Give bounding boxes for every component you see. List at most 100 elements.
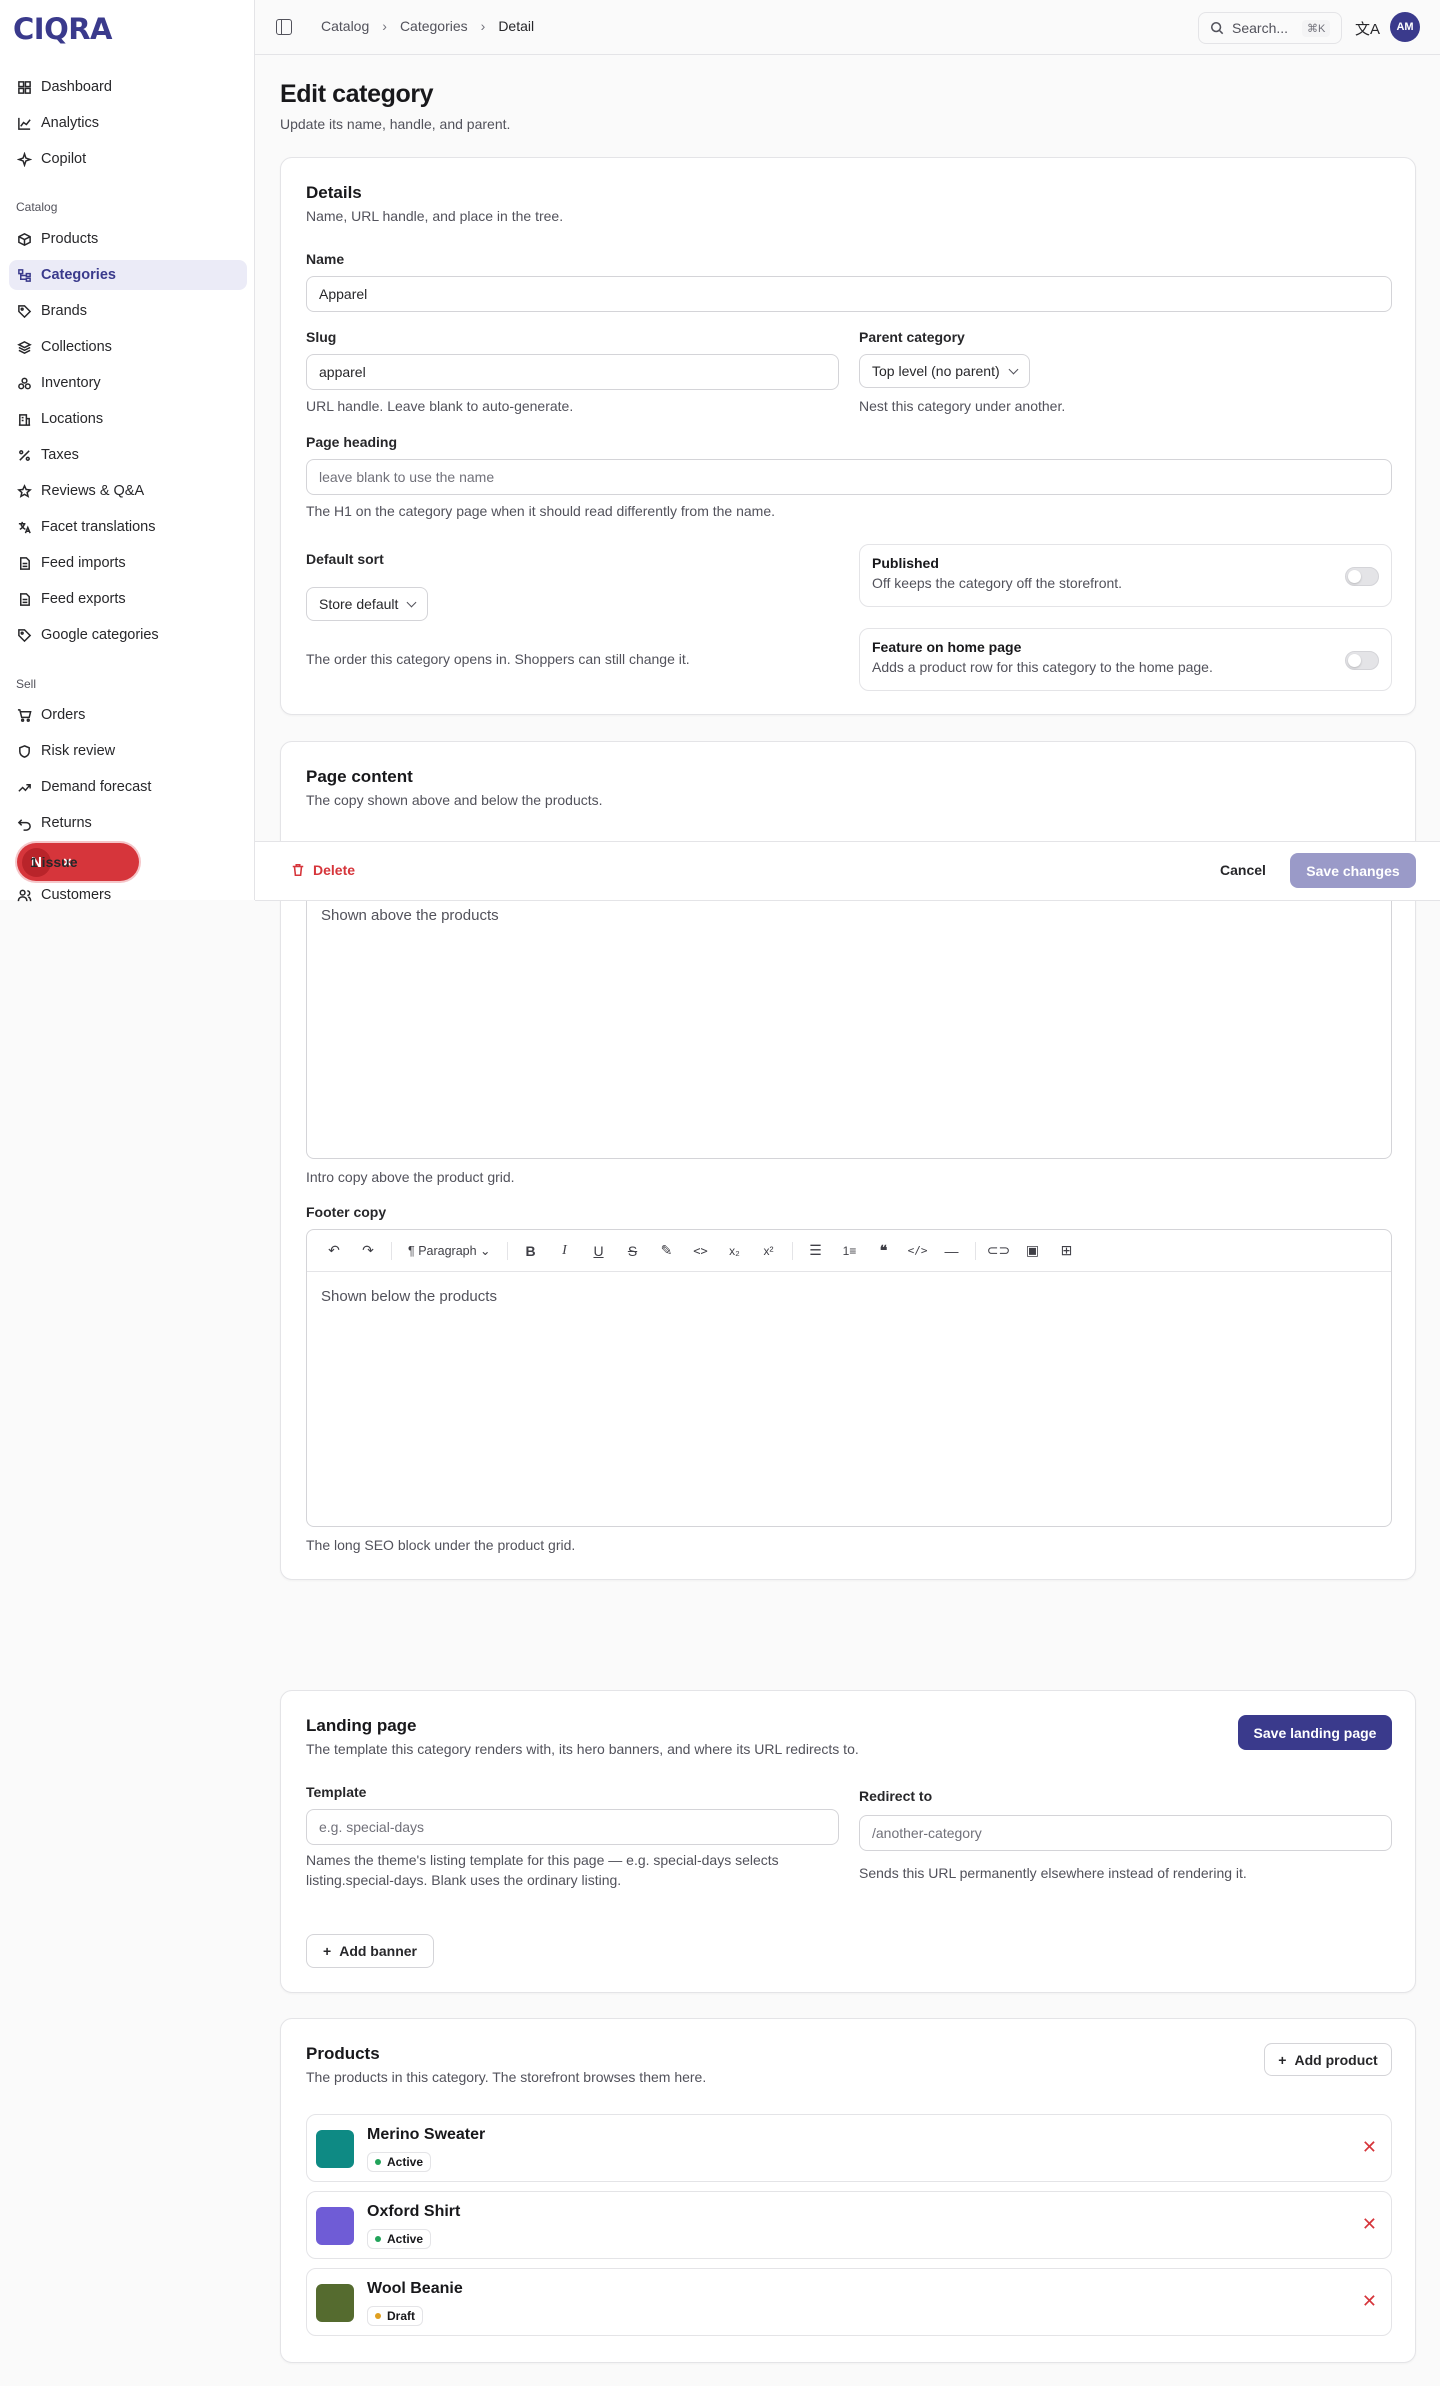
footer-editor[interactable]: ↶ ↷ ¶ Paragraph ⌄ B I U S ✎ <> x₂ x² ☰ 1… bbox=[306, 1229, 1392, 1527]
sidebar-item-returns[interactable]: Returns bbox=[9, 808, 247, 838]
sidebar-item-categories[interactable]: Categories bbox=[9, 260, 247, 290]
sidebar-item-copilot[interactable]: Copilot bbox=[9, 144, 247, 174]
product-thumbnail bbox=[316, 2284, 354, 2322]
add-product-button[interactable]: + Add product bbox=[1264, 2043, 1392, 2076]
name-input[interactable]: Apparel bbox=[306, 276, 1392, 312]
template-label: Template bbox=[306, 1784, 367, 1800]
redirect-input[interactable]: /another-category bbox=[859, 1815, 1392, 1851]
toolbar-divider bbox=[391, 1241, 392, 1260]
breadcrumb: Catalog › Categories › Detail bbox=[321, 18, 534, 34]
cancel-button[interactable]: Cancel bbox=[1220, 862, 1266, 878]
remove-product-icon[interactable]: ✕ bbox=[1362, 2214, 1377, 2235]
image-icon[interactable]: ▣ bbox=[1016, 1242, 1050, 1259]
underline-icon[interactable]: U bbox=[582, 1243, 616, 1259]
sidebar-item-taxes[interactable]: Taxes bbox=[9, 440, 247, 470]
sidebar-item-feed-imports[interactable]: Feed imports bbox=[9, 548, 247, 578]
product-row[interactable]: Oxford Shirt Active ✕ bbox=[306, 2191, 1392, 2259]
sidebar-item-feed-exports[interactable]: Feed exports bbox=[9, 584, 247, 614]
sidebar-toggle-icon[interactable] bbox=[276, 19, 292, 35]
heading-input[interactable]: leave blank to use the name bbox=[306, 459, 1392, 495]
delete-button[interactable]: Delete bbox=[291, 862, 355, 878]
quote-icon[interactable]: ❝ bbox=[867, 1242, 901, 1259]
product-thumbnail bbox=[316, 2207, 354, 2245]
highlight-icon[interactable]: ✎ bbox=[650, 1242, 684, 1259]
sidebar-item-dashboard[interactable]: Dashboard bbox=[9, 72, 247, 102]
table-icon[interactable]: ⊞ bbox=[1050, 1242, 1084, 1259]
published-toggle-box: Published Off keeps the category off the… bbox=[859, 544, 1392, 607]
details-card: Details Name, URL handle, and place in t… bbox=[280, 157, 1416, 715]
subscript-icon[interactable]: x₂ bbox=[718, 1244, 752, 1258]
code-icon[interactable]: <> bbox=[684, 1244, 718, 1258]
building-icon bbox=[16, 411, 32, 427]
brand-logo[interactable]: CIQRA bbox=[13, 12, 113, 46]
sidebar-item-products[interactable]: Products bbox=[9, 224, 247, 254]
chevron-right-icon: › bbox=[480, 18, 486, 34]
sidebar-item-label: Facet translations bbox=[41, 519, 156, 535]
template-input[interactable]: e.g. special-days bbox=[306, 1809, 839, 1845]
issue-badge[interactable]: N 1 issue × bbox=[17, 843, 139, 881]
sidebar-item-orders[interactable]: Orders bbox=[9, 700, 247, 730]
superscript-icon[interactable]: x² bbox=[752, 1244, 786, 1258]
bold-icon[interactable]: B bbox=[514, 1243, 548, 1259]
avatar[interactable]: AM bbox=[1390, 12, 1420, 42]
sort-select[interactable]: Store default bbox=[306, 587, 429, 621]
product-name[interactable]: Wool Beanie bbox=[367, 2280, 463, 2298]
published-switch[interactable] bbox=[1345, 567, 1379, 586]
ordered-list-icon[interactable]: 1≡ bbox=[833, 1244, 867, 1258]
sidebar-item-brands[interactable]: Brands bbox=[9, 296, 247, 326]
landing-subtitle: The template this category renders with,… bbox=[306, 1741, 859, 1757]
sidebar-item-locations[interactable]: Locations bbox=[9, 404, 247, 434]
parent-select[interactable]: Top level (no parent) bbox=[859, 354, 1030, 388]
sidebar-item-google-categories[interactable]: Google categories bbox=[9, 620, 247, 650]
search-button[interactable]: Search... ⌘K bbox=[1198, 12, 1342, 44]
italic-icon[interactable]: I bbox=[548, 1243, 582, 1259]
sidebar-item-customers[interactable]: Customers bbox=[9, 880, 247, 910]
save-landing-button[interactable]: Save landing page bbox=[1238, 1715, 1392, 1750]
page-subtitle: Update its name, handle, and parent. bbox=[280, 116, 511, 132]
sidebar-item-label: Collections bbox=[41, 339, 112, 355]
status-dot bbox=[375, 2236, 381, 2242]
sidebar-item-risk-review[interactable]: Risk review bbox=[9, 736, 247, 766]
remove-product-icon[interactable]: ✕ bbox=[1362, 2137, 1377, 2158]
save-changes-button[interactable]: Save changes bbox=[1290, 853, 1416, 888]
breadcrumb-categories[interactable]: Categories bbox=[400, 18, 468, 34]
sidebar-item-reviews[interactable]: Reviews & Q&A bbox=[9, 476, 247, 506]
paragraph-select[interactable]: ¶ Paragraph ⌄ bbox=[398, 1243, 501, 1258]
undo-icon[interactable]: ↶ bbox=[317, 1242, 351, 1259]
slug-label: Slug bbox=[306, 329, 337, 345]
plus-icon: + bbox=[323, 1943, 332, 1959]
product-name[interactable]: Oxford Shirt bbox=[367, 2203, 460, 2221]
translate-icon[interactable]: 文A bbox=[1355, 18, 1380, 39]
code-block-icon[interactable]: </> bbox=[901, 1244, 935, 1257]
sidebar-item-label: Orders bbox=[41, 707, 86, 723]
breadcrumb-catalog[interactable]: Catalog bbox=[321, 18, 369, 34]
product-name[interactable]: Merino Sweater bbox=[367, 2126, 485, 2144]
sidebar-item-inventory[interactable]: Inventory bbox=[9, 368, 247, 398]
redo-icon[interactable]: ↷ bbox=[351, 1242, 385, 1259]
sidebar-item-label: Copilot bbox=[41, 151, 87, 167]
tag-icon bbox=[16, 627, 32, 643]
sidebar-item-label: Google categories bbox=[41, 627, 159, 643]
users-icon bbox=[16, 887, 32, 903]
footer-editor-body[interactable]: Shown below the products bbox=[307, 1272, 1391, 1321]
search-icon bbox=[1210, 21, 1224, 35]
feature-switch[interactable] bbox=[1345, 651, 1379, 670]
remove-product-icon[interactable]: ✕ bbox=[1362, 2291, 1377, 2312]
translate-icon bbox=[16, 519, 32, 535]
horizontal-rule-icon[interactable]: — bbox=[935, 1243, 969, 1259]
slug-input[interactable]: apparel bbox=[306, 354, 839, 390]
status-label: Active bbox=[387, 2155, 424, 2169]
nav-section-catalog: Catalog bbox=[16, 200, 58, 214]
product-row[interactable]: Merino Sweater Active ✕ bbox=[306, 2114, 1392, 2182]
sidebar-item-analytics[interactable]: Analytics bbox=[9, 108, 247, 138]
strikethrough-icon[interactable]: S bbox=[616, 1243, 650, 1259]
link-icon[interactable]: ⊂⊃ bbox=[982, 1242, 1016, 1259]
intro-help: Intro copy above the product grid. bbox=[306, 1169, 515, 1185]
bullet-list-icon[interactable]: ☰ bbox=[799, 1242, 833, 1259]
product-row[interactable]: Wool Beanie Draft ✕ bbox=[306, 2268, 1392, 2336]
add-banner-button[interactable]: + Add banner bbox=[306, 1934, 434, 1968]
sidebar-item-collections[interactable]: Collections bbox=[9, 332, 247, 362]
sidebar-item-demand-forecast[interactable]: Demand forecast bbox=[9, 772, 247, 802]
products-card: Products The products in this category. … bbox=[280, 2018, 1416, 2363]
sidebar-item-facet-translations[interactable]: Facet translations bbox=[9, 512, 247, 542]
